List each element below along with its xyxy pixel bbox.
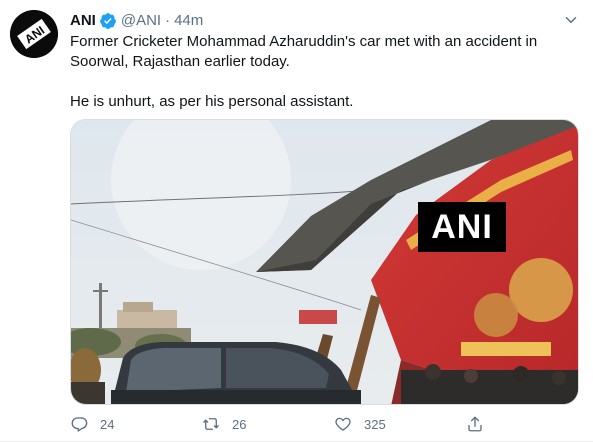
accident-scene-image — [71, 120, 578, 404]
tweet-header: ANI @ANI · 44m — [70, 11, 203, 31]
author-name[interactable]: ANI — [70, 11, 96, 31]
tweet-text: Former Cricketer Mohammad Azharuddin's c… — [70, 32, 575, 112]
tweet-timestamp[interactable]: 44m — [174, 11, 203, 31]
retweet-icon — [203, 418, 219, 430]
like-count: 325 — [364, 416, 386, 432]
more-options-button[interactable] — [560, 9, 582, 31]
retweet-button[interactable]: 26 — [202, 413, 334, 435]
author-handle[interactable]: @ANI — [121, 11, 161, 31]
tweet-paragraph-1: Former Cricketer Mohammad Azharuddin's c… — [70, 33, 538, 70]
retweet-count: 26 — [232, 416, 247, 432]
share-button[interactable] — [466, 413, 484, 435]
chevron-down-icon — [565, 17, 577, 23]
heart-icon — [335, 417, 351, 431]
ani-logo-icon: ANI — [10, 10, 58, 58]
tweet-photo[interactable]: ANI — [70, 119, 579, 405]
header-separator: · — [165, 12, 171, 29]
like-button[interactable]: 325 — [334, 413, 466, 435]
reply-count: 24 — [100, 416, 115, 432]
ani-watermark: ANI — [418, 202, 506, 252]
reply-icon — [71, 417, 88, 432]
tweet-paragraph-2: He is unhurt, as per his personal assist… — [70, 93, 354, 110]
share-icon — [468, 416, 482, 432]
tweet-actions: 24 26 325 — [70, 413, 575, 435]
tweet[interactable]: ANI ANI @ANI · 44m Former Cricketer Moha… — [0, 0, 593, 442]
verified-badge-icon — [99, 12, 117, 30]
avatar[interactable]: ANI — [10, 10, 58, 58]
reply-button[interactable]: 24 — [70, 413, 202, 435]
